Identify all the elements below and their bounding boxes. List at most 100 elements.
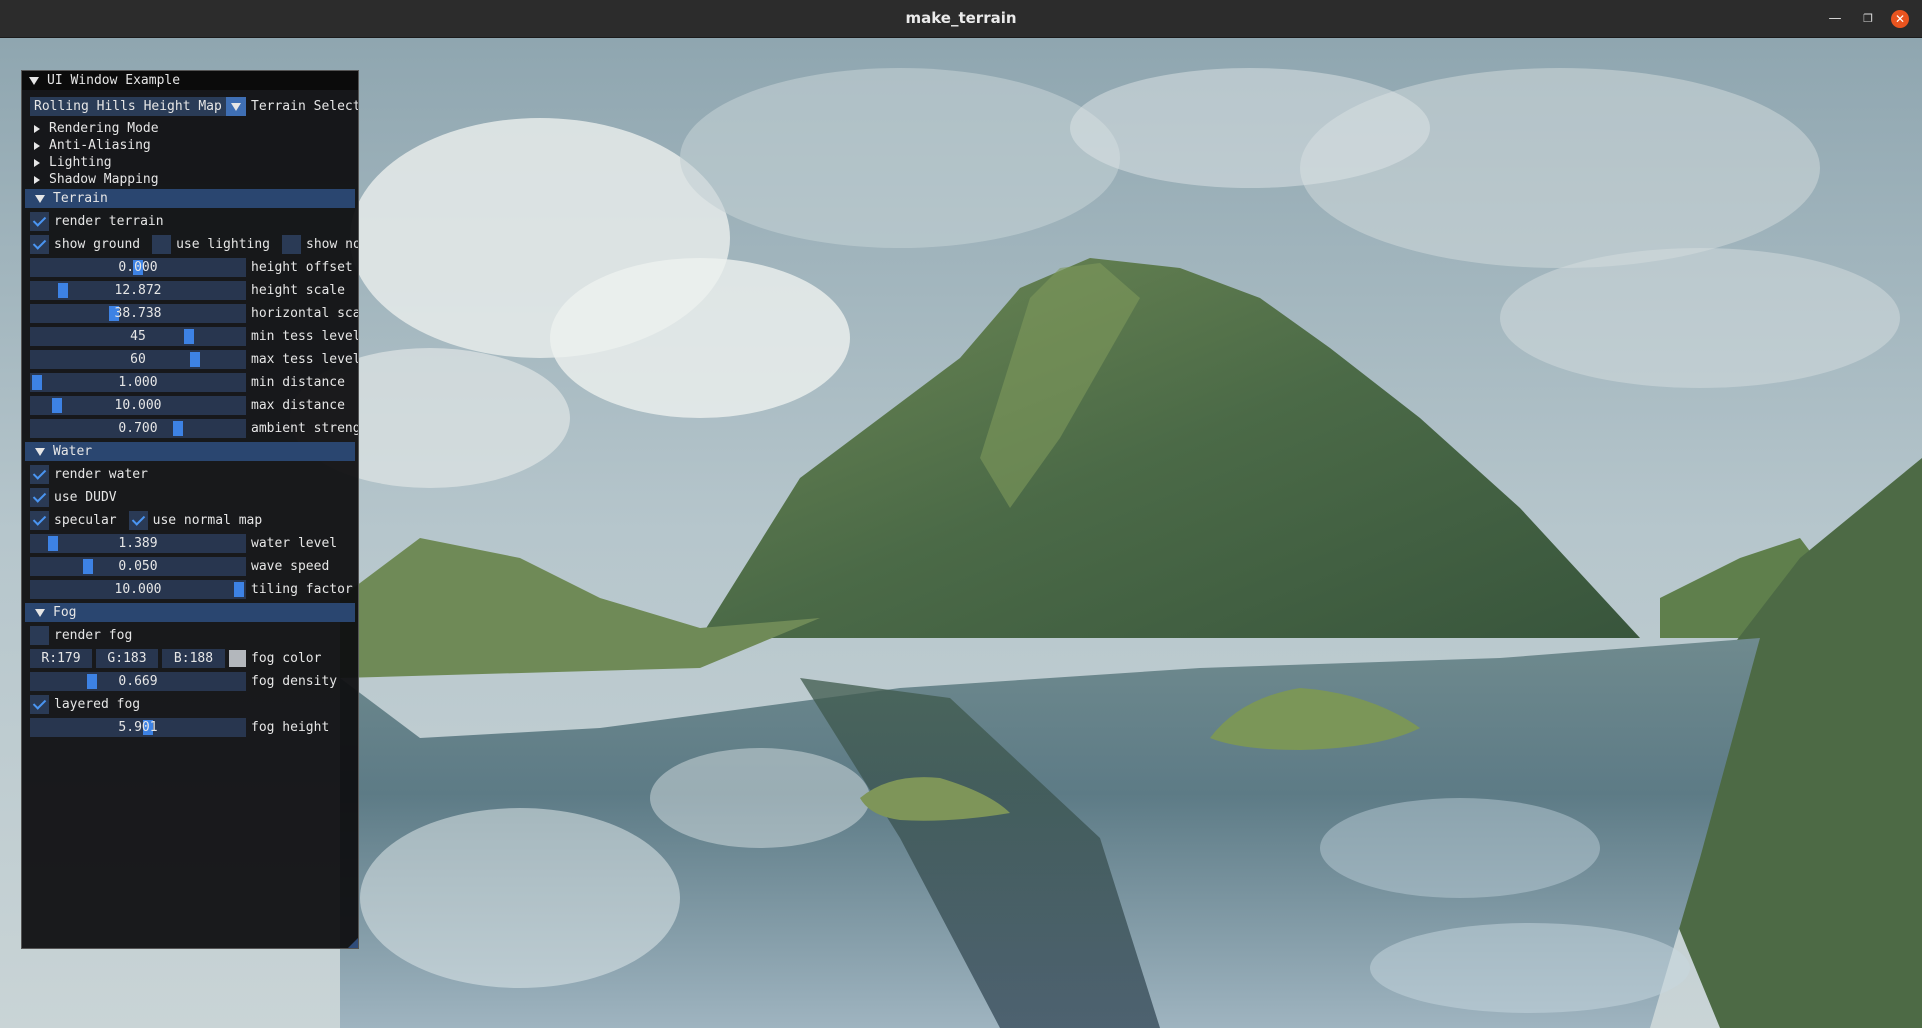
height-scale-value: 12.872 (114, 283, 162, 298)
chevron-down-icon (231, 103, 241, 111)
render-water-row: render water (30, 465, 148, 484)
render-terrain-row: render terrain (30, 212, 164, 231)
combo-arrow-button[interactable] (226, 97, 246, 116)
collapse-arrow-icon (35, 447, 45, 456)
render-terrain-label: render terrain (54, 214, 164, 229)
tree-node-anti-aliasing[interactable]: Anti-Aliasing (34, 137, 151, 154)
fog-height-value: 5.901 (118, 720, 158, 735)
collapse-arrow-icon (35, 608, 45, 617)
terrain-header-label: Terrain (53, 191, 108, 206)
water-level-value: 1.389 (118, 536, 158, 551)
wave-speed-label: wave speed (251, 559, 330, 574)
terrain-select-combo[interactable]: Rolling Hills Height Map 1k (30, 97, 246, 116)
fog-color-swatch[interactable] (229, 650, 246, 667)
tiling-factor-slider[interactable]: 10.000 (30, 580, 246, 599)
tree-node-rendering-mode[interactable]: Rendering Mode (34, 120, 159, 137)
window-title: make_terrain (905, 9, 1017, 27)
specular-label: specular (54, 513, 117, 528)
fog-color-g-input[interactable]: G:183 (96, 649, 158, 668)
fog-density-label: fog density (251, 674, 338, 689)
fog-density-value: 0.669 (118, 674, 158, 689)
fog-header-label: Fog (53, 605, 77, 620)
wave-speed-value: 0.050 (118, 559, 158, 574)
water-header[interactable]: Water (25, 442, 355, 461)
expand-arrow-icon (34, 158, 40, 167)
use-lighting-checkbox[interactable] (152, 235, 172, 254)
height-offset-slider[interactable]: 0.000 (30, 258, 246, 277)
fog-color-b-input[interactable]: B:188 (162, 649, 225, 668)
close-icon[interactable]: ✕ (1891, 10, 1909, 28)
horizontal-scale-slider[interactable]: 38.738 (30, 304, 246, 323)
min-distance-slider[interactable]: 1.000 (30, 373, 246, 392)
render-water-label: render water (54, 467, 148, 482)
use-normal-map-label: use normal map (152, 513, 263, 528)
layered-fog-row: layered fog (30, 695, 140, 714)
max-tess-level-slider[interactable]: 60 (30, 350, 246, 369)
water-level-label: water level (251, 536, 338, 551)
title-bar: make_terrain — ❐ ✕ (0, 0, 1922, 38)
max-distance-label: max distance (251, 398, 345, 413)
render-water-checkbox[interactable] (30, 465, 49, 484)
resize-grip-icon[interactable] (348, 938, 358, 948)
show-normals-checkbox[interactable] (282, 235, 302, 254)
show-ground-label: show ground (54, 237, 141, 252)
terrain-select-label: Terrain Selection (251, 99, 358, 114)
terrain-toggles-row: show ground use lighting show normals (30, 235, 358, 254)
tree-node-label: Shadow Mapping (49, 172, 159, 187)
specular-checkbox[interactable] (30, 511, 49, 530)
ambient-strength-value: 0.700 (118, 421, 158, 436)
water-level-slider[interactable]: 1.389 (30, 534, 246, 553)
expand-arrow-icon (34, 124, 40, 133)
ambient-strength-slider[interactable]: 0.700 (30, 419, 246, 438)
expand-arrow-icon (34, 175, 40, 184)
terrain-header[interactable]: Terrain (25, 189, 355, 208)
ui-window[interactable]: UI Window Example Rolling Hills Height M… (21, 70, 359, 949)
horizontal-scale-value: 38.738 (114, 306, 162, 321)
use-dudv-label: use DUDV (54, 490, 117, 505)
max-distance-value: 10.000 (114, 398, 162, 413)
expand-arrow-icon (34, 141, 40, 150)
restore-icon[interactable]: ❐ (1859, 10, 1877, 28)
ui-window-title-bar[interactable]: UI Window Example (22, 71, 358, 90)
tree-node-lighting[interactable]: Lighting (34, 154, 112, 171)
min-tess-level-slider[interactable]: 45 (30, 327, 246, 346)
max-tess-level-label: max tess level (251, 352, 359, 367)
render-terrain-checkbox[interactable] (30, 212, 49, 231)
fog-height-label: fog height (251, 720, 330, 735)
fog-header[interactable]: Fog (25, 603, 355, 622)
tree-node-label: Rendering Mode (49, 121, 159, 136)
tiling-factor-value: 10.000 (114, 582, 162, 597)
ambient-strength-label: ambient strength (251, 421, 358, 436)
horizontal-scale-label: horizontal scale (251, 306, 358, 321)
use-dudv-checkbox[interactable] (30, 488, 49, 507)
min-distance-label: min distance (251, 375, 345, 390)
render-fog-label: render fog (54, 628, 133, 643)
max-distance-slider[interactable]: 10.000 (30, 396, 246, 415)
wave-speed-slider[interactable]: 0.050 (30, 557, 246, 576)
tree-node-label: Lighting (49, 155, 112, 170)
height-scale-slider[interactable]: 12.872 (30, 281, 246, 300)
collapse-arrow-icon (35, 194, 45, 203)
show-ground-checkbox[interactable] (30, 235, 49, 254)
min-tess-level-value: 45 (130, 329, 146, 344)
tiling-factor-label: tiling factor (251, 582, 353, 597)
collapse-arrow-icon[interactable] (29, 76, 39, 85)
fog-density-slider[interactable]: 0.669 (30, 672, 246, 691)
minimize-icon[interactable]: — (1826, 10, 1844, 28)
use-normal-map-checkbox[interactable] (128, 511, 148, 530)
terrain-select-value: Rolling Hills Height Map 1k (34, 99, 246, 114)
show-normals-label: show normals (306, 237, 358, 252)
water-header-label: Water (53, 444, 93, 459)
tree-node-label: Anti-Aliasing (49, 138, 151, 153)
layered-fog-checkbox[interactable] (30, 695, 49, 714)
use-lighting-label: use lighting (176, 237, 271, 252)
ui-window-title: UI Window Example (47, 73, 181, 88)
fog-color-r-input[interactable]: R:179 (30, 649, 92, 668)
tree-node-shadow-mapping[interactable]: Shadow Mapping (34, 171, 159, 188)
height-scale-label: height scale (251, 283, 345, 298)
fog-color-label: fog color (251, 651, 322, 666)
fog-height-slider[interactable]: 5.901 (30, 718, 246, 737)
min-distance-value: 1.000 (118, 375, 158, 390)
water-toggles-row: specular use normal map (30, 511, 262, 530)
render-fog-checkbox[interactable] (30, 626, 49, 645)
